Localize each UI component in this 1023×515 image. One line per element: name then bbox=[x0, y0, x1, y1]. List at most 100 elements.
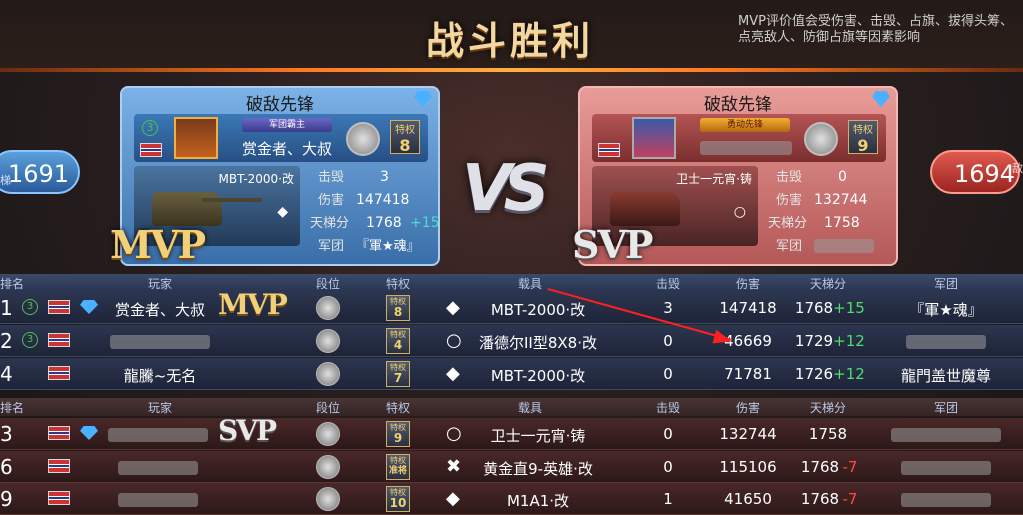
col-kills: 击毁 bbox=[655, 277, 681, 291]
left-score-tag: 梯 bbox=[0, 174, 11, 187]
ladder: 1768 bbox=[800, 458, 840, 476]
col-privilege: 特权 bbox=[385, 277, 411, 291]
svp-badge: SVP bbox=[572, 222, 653, 267]
damage-label: 伤害 bbox=[776, 193, 803, 208]
ladder-delta: -7 bbox=[842, 458, 858, 476]
legion: 『軍★魂』 bbox=[909, 301, 983, 319]
diamond-mark-icon: ◆ bbox=[277, 204, 288, 220]
ladder-value: 1758 bbox=[824, 215, 860, 231]
rank-medal-icon bbox=[804, 122, 838, 156]
mvp-badge: MVP bbox=[110, 222, 206, 267]
privilege-badge: 特权 10 bbox=[386, 486, 410, 512]
top-divider bbox=[0, 68, 1023, 72]
table-row[interactable]: 4 龍騰~无名 特权 7 ◆ MBT-2000·改 0 71781 1726 +1… bbox=[0, 358, 1023, 390]
player-name bbox=[118, 490, 198, 508]
privilege-badge: 特权 4 bbox=[386, 328, 410, 354]
privilege-badge: 特权 8 bbox=[386, 295, 410, 321]
privilege-badge: 特权 8 bbox=[390, 120, 420, 155]
ladder: 1729 bbox=[794, 332, 834, 350]
ladder: 1726 bbox=[794, 365, 834, 383]
ladder-delta: +12 bbox=[833, 365, 865, 383]
legion bbox=[891, 425, 1001, 443]
rank-medal-icon bbox=[316, 422, 340, 446]
rank-number: 1 bbox=[0, 296, 13, 320]
col-legion: 军团 bbox=[933, 401, 959, 415]
vehicle-name: MBT-2000·改 bbox=[218, 172, 295, 186]
damage: 71781 bbox=[724, 365, 772, 383]
damage-value: 132744 bbox=[814, 192, 868, 208]
ladder-label: 天梯分 bbox=[310, 216, 350, 231]
damage: 147418 bbox=[719, 299, 777, 317]
level-badge: 3 bbox=[22, 299, 38, 315]
col-tier: 段位 bbox=[315, 277, 341, 291]
col-damage: 伤害 bbox=[735, 401, 761, 415]
table-row[interactable]: 3 SVP 特权 9 ○ 卫士一元宵·铸 0 132744 1758 bbox=[0, 414, 1023, 450]
player-name bbox=[110, 332, 210, 350]
player-name bbox=[108, 425, 208, 443]
page-title: 战斗胜利 bbox=[425, 19, 594, 63]
table-row[interactable]: 6 特权 准将 ✖ 黄金直9-英雄·改 0 115106 1768 -7 bbox=[0, 451, 1023, 483]
ladder-label: 天梯分 bbox=[768, 216, 808, 231]
mvp-player-name: 赏金者、大叔 bbox=[242, 140, 333, 158]
table-row[interactable]: 9 特权 10 ◆ M1A1·改 1 41650 1768 -7 bbox=[0, 483, 1023, 515]
diamond-icon bbox=[80, 426, 98, 440]
left-team-score: 1691 bbox=[0, 150, 80, 194]
vehicle-name: 卫士一元宵·铸 bbox=[676, 172, 752, 186]
ladder: 1758 bbox=[808, 425, 848, 443]
svp-stats: 击毁 0 伤害 132744 天梯分 1758 军团 bbox=[768, 166, 886, 258]
damage: 115106 bbox=[719, 458, 777, 476]
red-table-header: 排名 玩家 段位 特权 载具 击毁 伤害 天梯分 军团 bbox=[0, 398, 1023, 416]
table-row[interactable]: 1 3 赏金者、大叔 MVP 特权 8 ◆ MBT-2000·改 3 147418… bbox=[0, 288, 1023, 324]
col-rank: 排名 bbox=[0, 401, 25, 415]
diamond-mark-icon: ◆ bbox=[446, 297, 460, 318]
table-row[interactable]: 2 3 特权 4 ○ 潘德尔II型8X8·改 0 46669 1729 +12 bbox=[0, 325, 1023, 357]
player-name bbox=[118, 458, 198, 476]
kills-label: 击毁 bbox=[318, 170, 345, 185]
kills: 0 bbox=[663, 458, 673, 476]
privilege-badge: 特权 9 bbox=[848, 120, 878, 155]
guild-title: 军团霸主 bbox=[242, 118, 332, 132]
flag-icon bbox=[48, 459, 70, 477]
flag-icon bbox=[140, 142, 162, 161]
circle-mark-icon: ○ bbox=[446, 423, 462, 444]
damage-label: 伤害 bbox=[318, 193, 345, 208]
vehicle-name: MBT-2000·改 bbox=[490, 301, 586, 319]
circle-mark-icon: ○ bbox=[446, 330, 462, 351]
flag-icon bbox=[598, 142, 620, 161]
legion bbox=[901, 458, 991, 476]
flag-icon bbox=[48, 333, 70, 351]
flag-icon bbox=[48, 426, 70, 444]
col-ladder: 天梯分 bbox=[809, 401, 847, 415]
col-kills: 击毁 bbox=[655, 401, 681, 415]
flag-icon bbox=[48, 491, 70, 509]
level-badge: 3 bbox=[142, 120, 158, 136]
ladder: 1768 bbox=[794, 299, 834, 317]
ladder-delta: +15 bbox=[410, 215, 440, 231]
ladder-value: 1768 bbox=[366, 215, 402, 231]
kills-label: 击毁 bbox=[776, 170, 803, 185]
rank-medal-icon bbox=[316, 362, 340, 386]
kills: 0 bbox=[663, 425, 673, 443]
mvp-player-panel: 3 军团霸主 赏金者、大叔 特权 8 bbox=[134, 114, 428, 162]
vehicle-name: 潘德尔II型8X8·改 bbox=[479, 334, 597, 352]
legion bbox=[906, 332, 986, 350]
col-player: 玩家 bbox=[147, 277, 173, 291]
vs-emblem: VS bbox=[462, 152, 550, 226]
legion-label: 军团 bbox=[776, 239, 803, 254]
flag-icon bbox=[48, 366, 70, 384]
col-vehicle: 载具 bbox=[517, 401, 543, 415]
diamond-mark-icon: ◆ bbox=[446, 363, 460, 384]
col-player: 玩家 bbox=[147, 401, 173, 415]
kills-value: 3 bbox=[380, 169, 389, 185]
rank-number: 2 bbox=[0, 329, 13, 353]
rank-medal-icon bbox=[316, 487, 340, 511]
rank-medal-icon bbox=[346, 122, 380, 156]
cross-mark-icon: ✖ bbox=[446, 456, 462, 477]
vehicle-name: 黄金直9-英雄·改 bbox=[483, 460, 593, 478]
mvp-mini-badge: MVP bbox=[218, 288, 288, 321]
kills-value: 0 bbox=[838, 169, 847, 185]
damage-value: 147418 bbox=[356, 192, 410, 208]
rank-number: 4 bbox=[0, 362, 13, 386]
vehicle-name: M1A1·改 bbox=[506, 492, 570, 510]
col-ladder: 天梯分 bbox=[809, 277, 847, 291]
